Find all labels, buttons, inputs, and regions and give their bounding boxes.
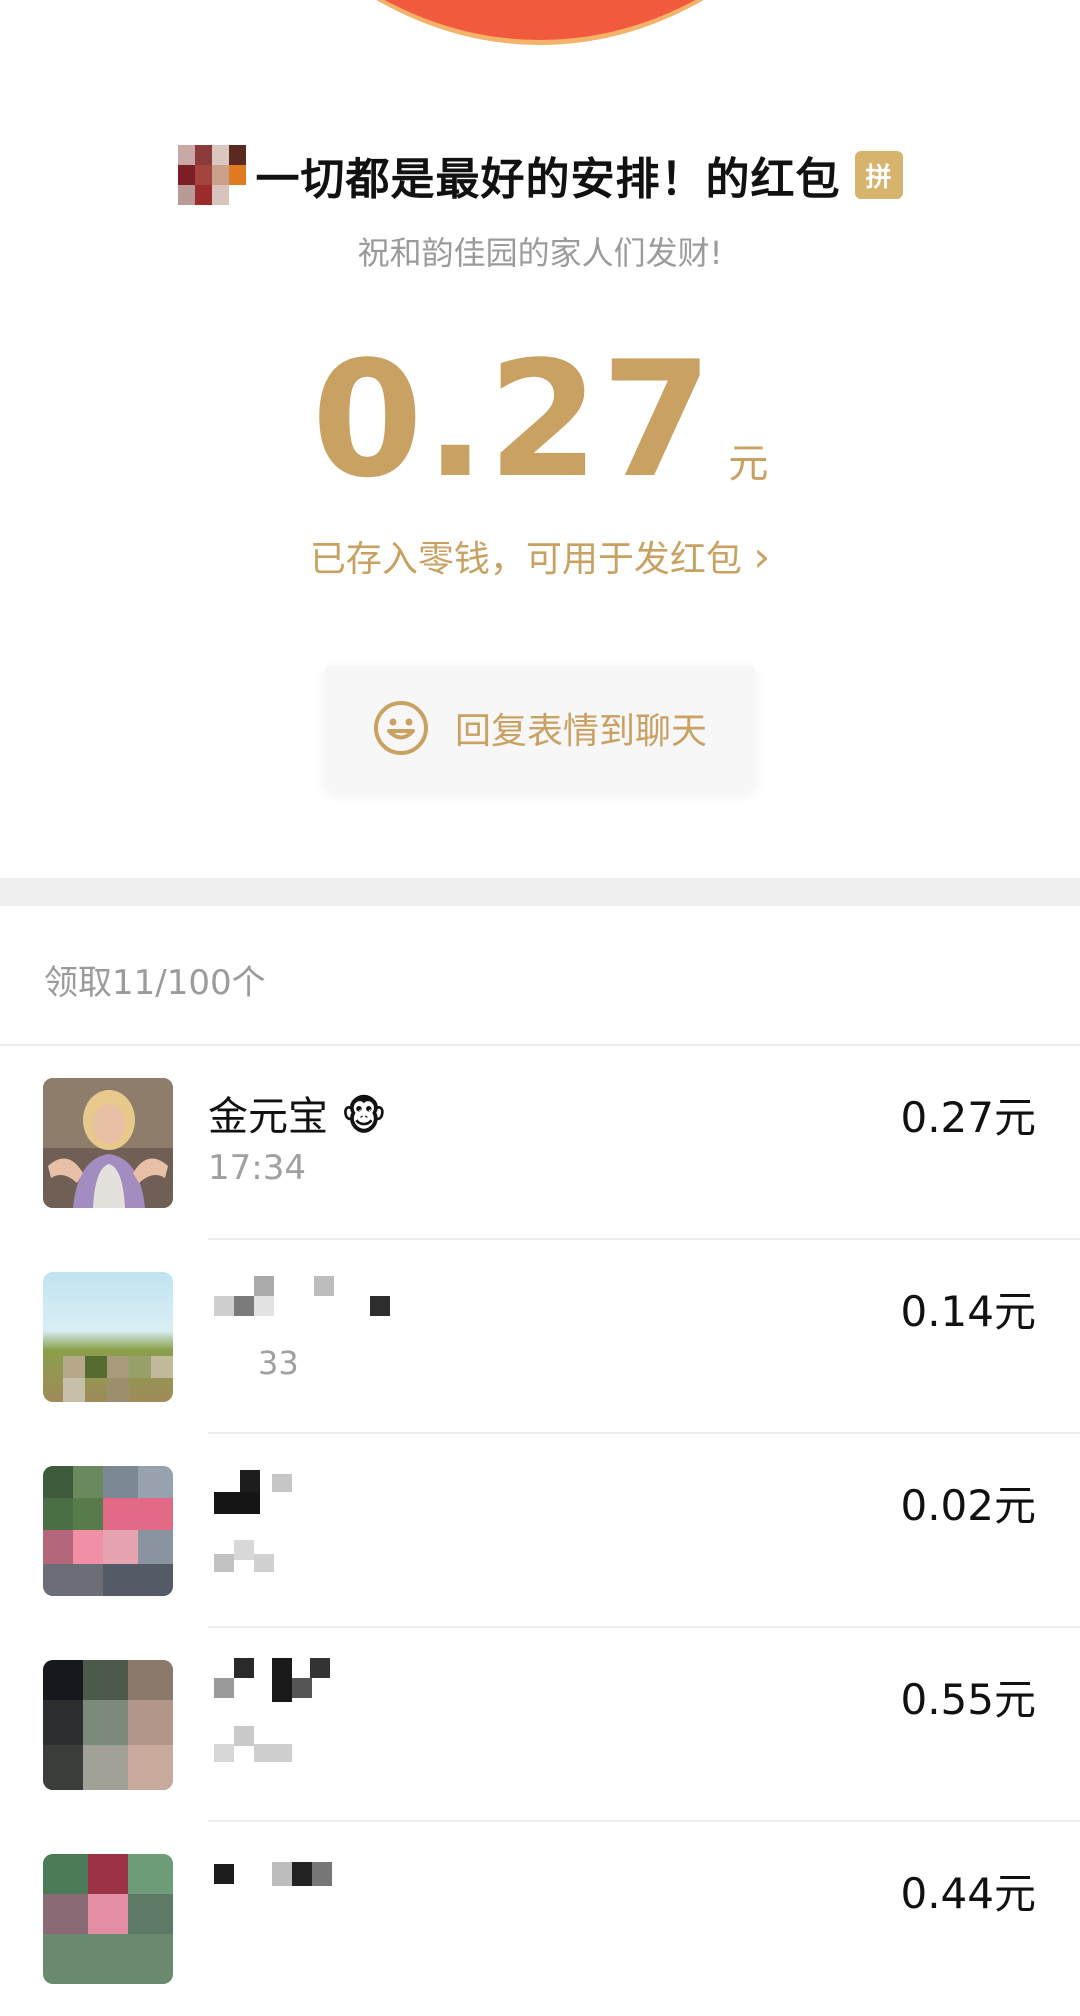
- claim-amount: 0.27元: [900, 1093, 1036, 1142]
- pin-badge: 拼: [854, 151, 903, 199]
- red-envelope-top-arc: [150, 0, 930, 45]
- sender-avatar[interactable]: [177, 145, 246, 205]
- chevron-right-icon: ›: [753, 532, 771, 581]
- sender-row: 一切都是最好的安排！的红包 拼: [0, 140, 1080, 210]
- claim-record[interactable]: 33 0.14元: [0, 1240, 1080, 1434]
- claim-amount: 0.55元: [900, 1675, 1036, 1724]
- avatar[interactable]: [43, 1272, 173, 1402]
- avatar[interactable]: [43, 1078, 173, 1208]
- avatar[interactable]: [43, 1660, 173, 1790]
- claim-record[interactable]: 金元宝 🐵 17:34 0.27元: [0, 1046, 1080, 1240]
- name-mosaic: [214, 1276, 394, 1316]
- avatar-photo: [43, 1078, 173, 1208]
- section-gap: [0, 878, 1080, 906]
- claim-record[interactable]: 0.02元: [0, 1434, 1080, 1628]
- name-mosaic: [214, 1658, 354, 1778]
- sender-title: 一切都是最好的安排！的红包: [255, 154, 841, 205]
- claim-record[interactable]: 0.44元: [0, 1822, 1080, 2016]
- amount-display: 0.27 元: [0, 326, 1080, 513]
- claim-time: 33: [258, 1344, 299, 1382]
- claim-count: 领取11/100个: [44, 963, 266, 1003]
- avatar[interactable]: [43, 1854, 173, 1984]
- amount-unit: 元: [728, 441, 769, 487]
- avatar[interactable]: [43, 1466, 173, 1596]
- reply-label: 回复表情到聊天: [454, 710, 707, 752]
- reply-emoji-button[interactable]: 回复表情到聊天: [325, 665, 755, 790]
- smile-icon: [373, 700, 428, 755]
- claimer-name: 金元宝 🐵: [208, 1094, 387, 1140]
- claim-amount: 0.44元: [900, 1869, 1036, 1918]
- name-mosaic: [214, 1856, 354, 1896]
- name-mosaic: [214, 1470, 334, 1580]
- claim-record[interactable]: 0.55元: [0, 1628, 1080, 1822]
- claim-amount: 0.14元: [900, 1287, 1036, 1336]
- claim-amount: 0.02元: [900, 1481, 1036, 1530]
- saved-to-change-link[interactable]: 已存入零钱，可用于发红包 ›: [0, 530, 1080, 582]
- amount-value: 0.27: [311, 326, 715, 513]
- greeting-text: 祝和韵佳园的家人们发财!: [357, 234, 723, 272]
- claim-time: 17:34: [208, 1148, 306, 1188]
- saved-note-text: 已存入零钱，可用于发红包: [309, 539, 742, 580]
